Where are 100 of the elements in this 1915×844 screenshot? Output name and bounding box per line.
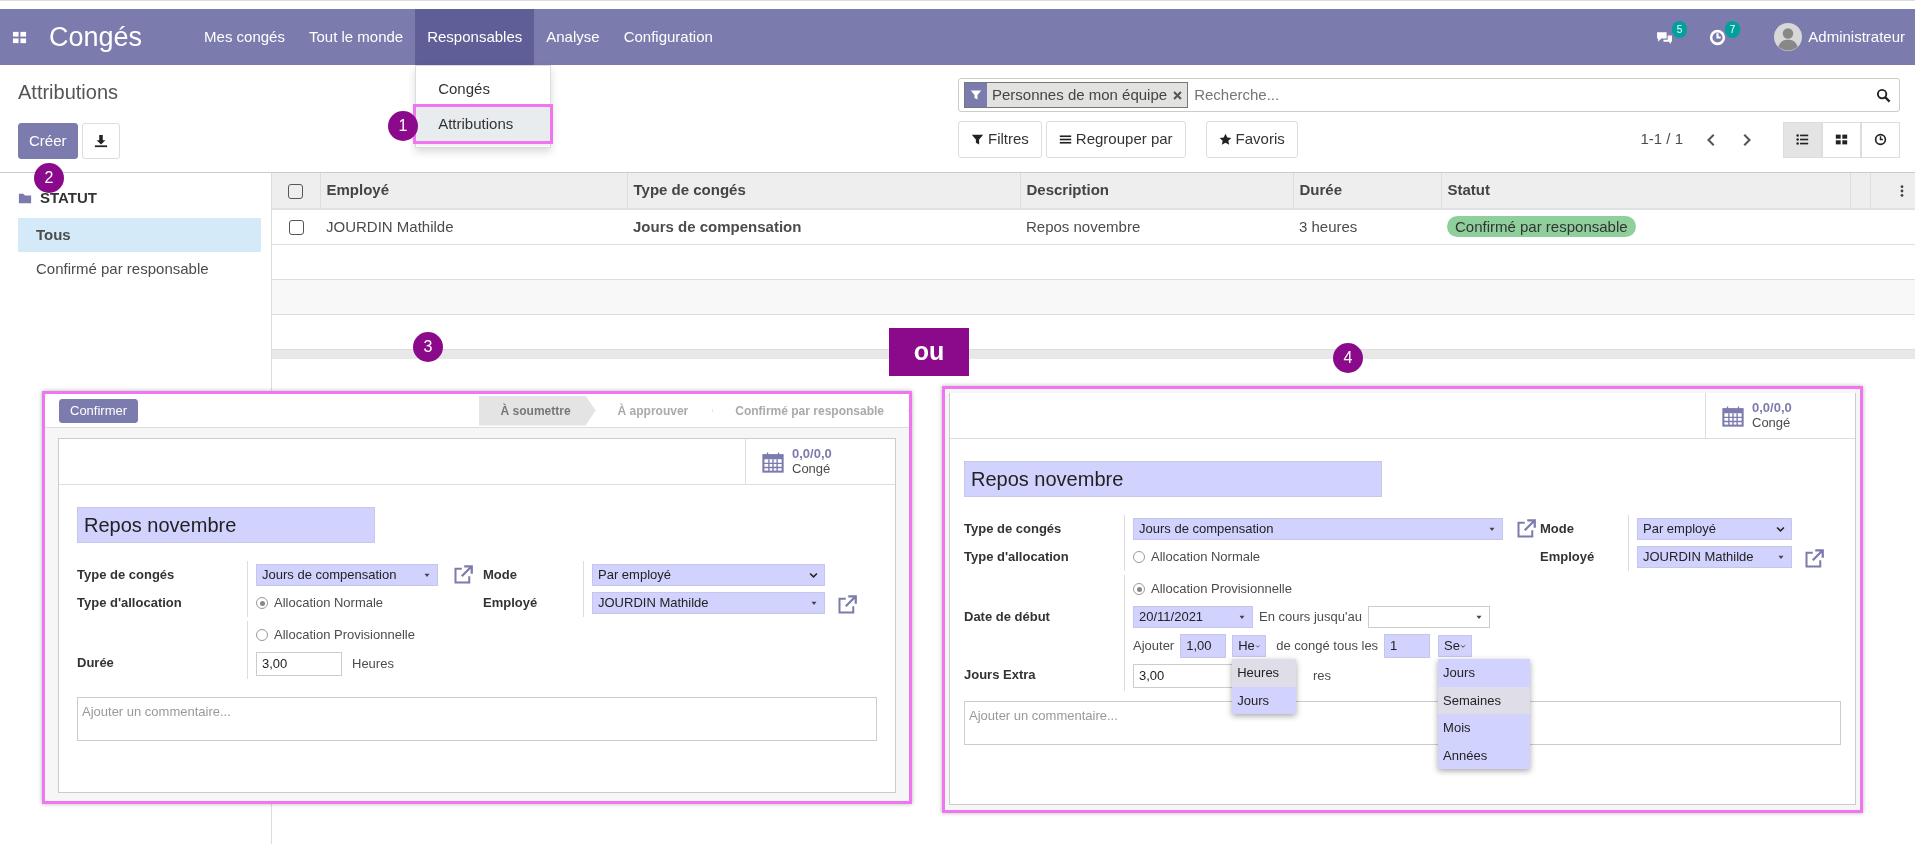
dropdown-field[interactable]: Jours de compensation	[1133, 518, 1503, 540]
unit-select[interactable]: He	[1232, 635, 1267, 657]
field-label: Type de congés	[77, 566, 176, 584]
view-button[interactable]	[1822, 121, 1861, 158]
avatar-icon[interactable]	[1774, 23, 1803, 51]
dropdown-field[interactable]: JOURDIN Mathilde	[1637, 546, 1792, 568]
dropdown-item[interactable]: Attributions	[416, 106, 551, 141]
list-icon	[1058, 133, 1072, 146]
row-checkbox[interactable]	[288, 220, 304, 236]
search-option-button[interactable]: Filtres	[958, 121, 1042, 158]
status-badge: Confirmé par responsable	[1447, 215, 1636, 237]
view-button[interactable]	[1783, 121, 1822, 158]
date-field[interactable]: 20/11/2021	[1133, 606, 1253, 628]
table-cell: Repos novembre	[1026, 217, 1141, 235]
unit-label: res	[1313, 667, 1332, 686]
folder-icon	[18, 191, 32, 206]
extra-days-field[interactable]: 3,00	[1133, 664, 1233, 688]
dropdown-item[interactable]: Congés	[416, 72, 551, 107]
separator-label: ou	[889, 328, 969, 376]
apps-menu-icon[interactable]	[12, 29, 27, 45]
clock-icon[interactable]	[1709, 28, 1727, 46]
menu-item[interactable]: Mes congés	[192, 9, 297, 65]
external-link-icon[interactable]	[453, 565, 473, 585]
radio-label: Allocation Normale	[274, 594, 384, 613]
field-label: Mode	[1540, 520, 1575, 538]
name-field[interactable]: Repos novembre	[964, 461, 1382, 497]
count-badge: 5	[1671, 20, 1688, 38]
filter-icon	[971, 133, 984, 146]
sidebar-item[interactable]: Tous	[18, 217, 261, 252]
name-field[interactable]: Repos novembre	[77, 507, 375, 543]
dropdown-field[interactable]: JOURDIN Mathilde	[592, 592, 825, 614]
breadcrumb: Attributions	[18, 80, 119, 105]
step-marker: 1	[388, 111, 418, 141]
download-button[interactable]	[81, 123, 120, 159]
step-marker: 3	[413, 332, 443, 362]
calendar-icon	[1722, 404, 1744, 427]
status-step[interactable]: À soumettre	[478, 395, 596, 426]
field-label: Type de congés	[964, 520, 1063, 538]
dropdown-field[interactable]: Jours de compensation	[256, 564, 438, 586]
column-header[interactable]: Statut	[1441, 173, 1850, 209]
confirm-button[interactable]: Confirmer	[59, 398, 139, 423]
filter-icon	[970, 89, 982, 101]
menu-option[interactable]: Heures	[1232, 659, 1297, 687]
create-button[interactable]: Créer	[18, 123, 78, 159]
count-badge: 7	[1724, 20, 1741, 38]
amount-field[interactable]: 1,00	[1180, 634, 1227, 658]
external-link-icon[interactable]	[1516, 519, 1536, 539]
menu-option[interactable]: Semaines	[1438, 686, 1531, 714]
dropdown-field[interactable]: Par employé	[1637, 518, 1792, 540]
field-label: Durée	[77, 654, 115, 672]
step-marker: 4	[1333, 343, 1363, 373]
dropdown-field[interactable]: Par employé	[592, 564, 825, 586]
user-menu[interactable]: Administrateur	[1808, 25, 1905, 49]
field-label: Ajouter	[1133, 637, 1175, 656]
field-label: de congé tous les	[1276, 637, 1379, 656]
radio-label: Allocation Provisionnelle	[274, 626, 415, 645]
column-header[interactable]: Description	[1020, 173, 1293, 209]
kanban-view-icon	[1835, 133, 1848, 146]
external-link-icon[interactable]	[1804, 549, 1824, 569]
period-select[interactable]: Se	[1438, 635, 1473, 657]
search-bar[interactable]: Personnes de mon équipe Recherche...	[958, 78, 1900, 112]
search-option-button[interactable]: Favoris	[1205, 121, 1298, 158]
app-title: Congés	[49, 20, 143, 54]
search-option-button[interactable]: Regrouper par	[1045, 121, 1186, 158]
view-button[interactable]	[1861, 121, 1900, 158]
column-header[interactable]: Durée	[1293, 173, 1441, 209]
table-cell: JOURDIN Mathilde	[326, 217, 454, 235]
table-cell: Jours de compensation	[633, 217, 802, 235]
field-label: Employé	[1540, 548, 1596, 566]
remove-icon[interactable]	[1172, 89, 1184, 101]
column-header[interactable]: Type de congés	[627, 173, 1020, 209]
step-marker: 2	[34, 163, 64, 193]
star-icon	[1218, 133, 1232, 146]
interval-field[interactable]: 1	[1384, 634, 1431, 658]
select-all-checkbox[interactable]	[288, 183, 304, 199]
column-header[interactable]: Employé	[320, 173, 627, 209]
field-label: Type d'allocation	[964, 548, 1070, 566]
menu-item[interactable]: Configuration	[611, 9, 725, 65]
list-view-icon	[1796, 133, 1809, 146]
field-label: En cours jusqu'au	[1259, 608, 1362, 627]
stat-button[interactable]: 0,0/0,0 Congé	[1705, 393, 1855, 438]
menu-option[interactable]: Mois	[1438, 714, 1531, 742]
field-label: Employé	[483, 594, 539, 612]
unit-label: Heures	[352, 655, 394, 674]
calendar-icon	[762, 450, 784, 473]
radio-label: Allocation Normale	[1151, 548, 1261, 567]
stat-button[interactable]: 0,0/0,0 Congé	[745, 439, 895, 484]
activity-view-icon	[1874, 133, 1887, 146]
pager-value: 1-1 / 1	[1640, 129, 1683, 150]
search-icon[interactable]	[1876, 87, 1891, 103]
field-label: Type d'allocation	[77, 594, 183, 612]
date-field[interactable]	[1367, 606, 1490, 628]
external-link-icon[interactable]	[837, 595, 857, 615]
menu-item[interactable]: Tout le monde	[296, 9, 416, 65]
sidebar-item[interactable]: Confirmé par responsable	[18, 252, 261, 287]
menu-option[interactable]: Jours	[1438, 659, 1531, 687]
download-icon	[93, 134, 108, 148]
duration-field[interactable]: 3,00	[256, 652, 342, 676]
field-label: Date de début	[964, 608, 1051, 626]
filter-facet: Personnes de mon équipe	[964, 82, 1189, 108]
